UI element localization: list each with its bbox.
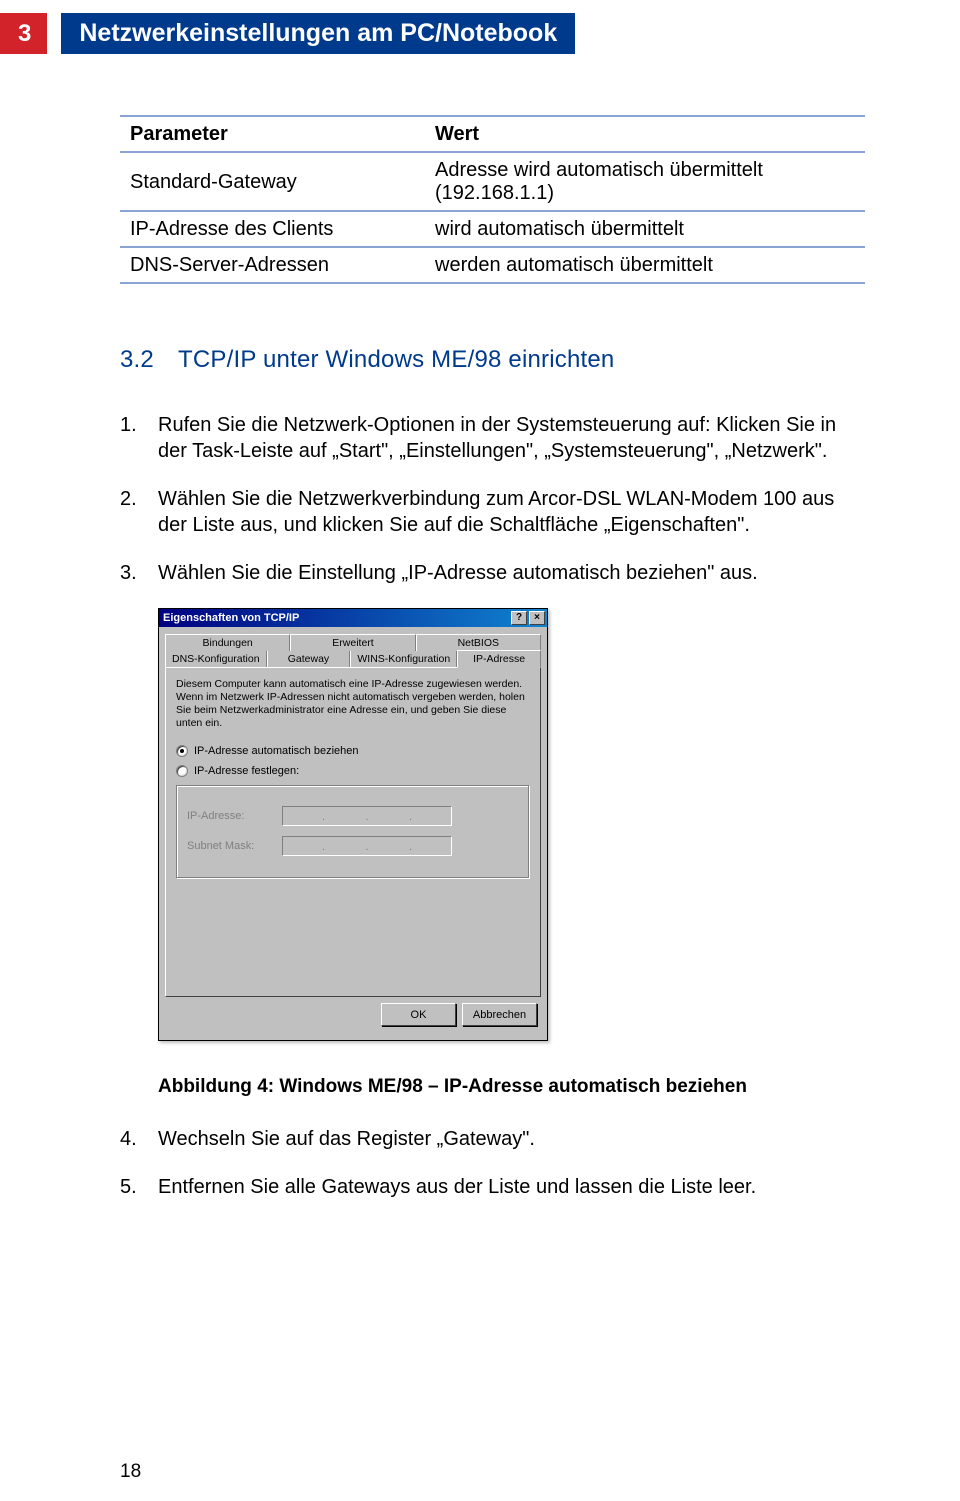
cell-param: DNS-Server-Adressen xyxy=(120,247,425,283)
cell-param: IP-Adresse des Clients xyxy=(120,211,425,247)
col-header-parameter: Parameter xyxy=(120,116,425,152)
section-heading: 3.2TCP/IP unter Windows ME/98 einrichten xyxy=(120,346,865,374)
cell-value: werden automatisch übermittelt xyxy=(425,247,865,283)
tab-wins[interactable]: WINS-Konfiguration xyxy=(350,650,457,668)
list-item: 2.Wählen Sie die Netzwerkverbindung zum … xyxy=(120,486,865,538)
page-content: Parameter Wert Standard-Gateway Adresse … xyxy=(120,115,865,1222)
subnet-field[interactable]: . . . xyxy=(282,836,452,856)
step-text: Wechseln Sie auf das Register „Gateway". xyxy=(158,1126,535,1152)
list-item: 1.Rufen Sie die Netzwerk-Optionen in der… xyxy=(120,412,865,464)
table-row: DNS-Server-Adressen werden automatisch ü… xyxy=(120,247,865,283)
ok-button[interactable]: OK xyxy=(381,1003,456,1026)
chapter-number-badge: 3 xyxy=(0,13,47,54)
radio-label: IP-Adresse automatisch beziehen xyxy=(194,745,358,757)
step-number: 2. xyxy=(120,486,158,538)
cell-value: wird automatisch übermittelt xyxy=(425,211,865,247)
list-item: 4.Wechseln Sie auf das Register „Gateway… xyxy=(120,1126,865,1152)
figure-caption: Abbildung 4: Windows ME/98 – IP-Adresse … xyxy=(158,1076,865,1098)
col-header-value: Wert xyxy=(425,116,865,152)
step-number: 5. xyxy=(120,1174,158,1200)
page-number: 18 xyxy=(120,1461,141,1483)
section-title: TCP/IP unter Windows ME/98 einrichten xyxy=(178,346,614,373)
subnet-label: Subnet Mask: xyxy=(187,840,272,852)
step-text: Rufen Sie die Netzwerk-Optionen in der S… xyxy=(158,412,865,464)
radio-auto-ip[interactable]: IP-Adresse automatisch beziehen xyxy=(176,745,530,757)
steps-list-continued: 4.Wechseln Sie auf das Register „Gateway… xyxy=(120,1126,865,1200)
steps-list: 1.Rufen Sie die Netzwerk-Optionen in der… xyxy=(120,412,865,586)
radio-fixed-ip[interactable]: IP-Adresse festlegen: xyxy=(176,765,530,777)
tcpip-properties-dialog: Eigenschaften von TCP/IP ? × Bindungen E… xyxy=(158,608,548,1041)
chapter-title: Netzwerkeinstellungen am PC/Notebook xyxy=(61,13,575,54)
subnet-row: Subnet Mask: . . . xyxy=(187,836,519,856)
dialog-title: Eigenschaften von TCP/IP xyxy=(163,612,299,624)
step-text: Wählen Sie die Netzwerkverbindung zum Ar… xyxy=(158,486,865,538)
ip-group: IP-Adresse: . . . Subnet Mask: . . xyxy=(176,785,530,879)
step-text: Wählen Sie die Einstellung „IP-Adresse a… xyxy=(158,560,758,586)
ip-address-label: IP-Adresse: xyxy=(187,810,272,822)
cell-param: Standard-Gateway xyxy=(120,152,425,211)
table-row: Standard-Gateway Adresse wird automatisc… xyxy=(120,152,865,211)
section-number: 3.2 xyxy=(120,346,178,374)
radio-label: IP-Adresse festlegen: xyxy=(194,765,299,777)
chapter-header: 3 Netzwerkeinstellungen am PC/Notebook xyxy=(0,13,575,54)
tab-netbios[interactable]: NetBIOS xyxy=(416,634,541,651)
step-number: 3. xyxy=(120,560,158,586)
table-header-row: Parameter Wert xyxy=(120,116,865,152)
parameter-table: Parameter Wert Standard-Gateway Adresse … xyxy=(120,115,865,284)
tab-erweitert[interactable]: Erweitert xyxy=(290,634,415,651)
ip-address-row: IP-Adresse: . . . xyxy=(187,806,519,826)
tab-bindungen[interactable]: Bindungen xyxy=(165,634,290,651)
tab-gateway[interactable]: Gateway xyxy=(267,650,351,668)
cell-value: Adresse wird automatisch übermittelt (19… xyxy=(425,152,865,211)
tab-ipadresse[interactable]: IP-Adresse xyxy=(457,650,541,668)
step-number: 1. xyxy=(120,412,158,464)
radio-icon xyxy=(176,745,188,757)
step-text: Entfernen Sie alle Gateways aus der List… xyxy=(158,1174,756,1200)
close-button[interactable]: × xyxy=(529,611,545,625)
step-number: 4. xyxy=(120,1126,158,1152)
tab-panel-ip: Diesem Computer kann automatisch eine IP… xyxy=(165,667,541,997)
dialog-body: Bindungen Erweitert NetBIOS DNS-Konfigur… xyxy=(159,627,547,1040)
cancel-button[interactable]: Abbrechen xyxy=(462,1003,537,1026)
table-row: IP-Adresse des Clients wird automatisch … xyxy=(120,211,865,247)
dialog-button-row: OK Abbrechen xyxy=(165,997,541,1034)
tab-row-back: Bindungen Erweitert NetBIOS xyxy=(165,633,541,650)
dialog-description: Diesem Computer kann automatisch eine IP… xyxy=(176,678,530,731)
help-button[interactable]: ? xyxy=(511,611,527,625)
radio-icon xyxy=(176,765,188,777)
tab-strip: Bindungen Erweitert NetBIOS DNS-Konfigur… xyxy=(165,633,541,668)
tab-dns[interactable]: DNS-Konfiguration xyxy=(165,650,267,668)
dialog-titlebar: Eigenschaften von TCP/IP ? × xyxy=(159,609,547,627)
list-item: 5.Entfernen Sie alle Gateways aus der Li… xyxy=(120,1174,865,1200)
ip-address-field[interactable]: . . . xyxy=(282,806,452,826)
list-item: 3.Wählen Sie die Einstellung „IP-Adresse… xyxy=(120,560,865,586)
tab-row-front: DNS-Konfiguration Gateway WINS-Konfigura… xyxy=(165,650,541,668)
